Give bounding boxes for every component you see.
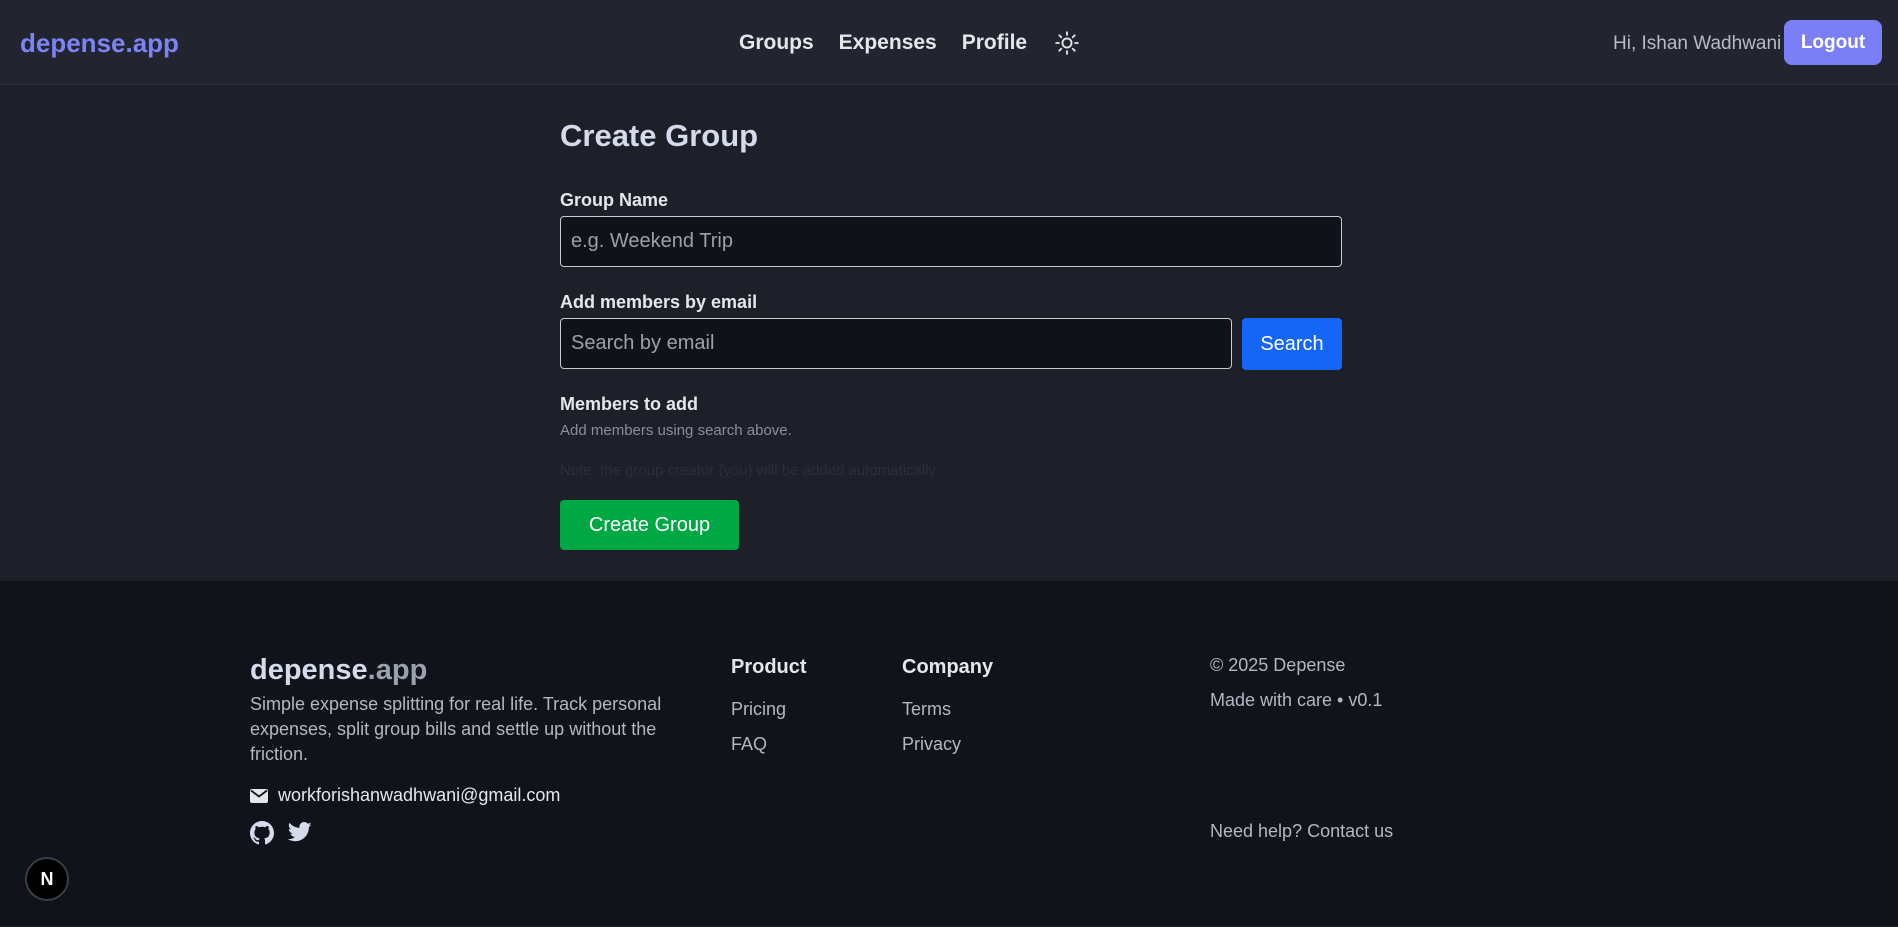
dev-tools-badge[interactable]: N	[25, 857, 69, 901]
twitter-icon[interactable]	[288, 821, 312, 845]
footer-link-terms[interactable]: Terms	[902, 699, 951, 720]
github-icon[interactable]	[250, 821, 274, 845]
sun-icon[interactable]	[1054, 30, 1080, 56]
help-contact-link[interactable]: Need help? Contact us	[1210, 821, 1393, 842]
group-name-label: Group Name	[560, 190, 669, 210]
nav-link-groups[interactable]: Groups	[739, 31, 814, 55]
footer-brand-primary: depense	[250, 654, 368, 686]
footer-link-faq[interactable]: FAQ	[731, 734, 767, 755]
search-button[interactable]: Search	[1242, 318, 1342, 370]
nav-link-expenses[interactable]: Expenses	[839, 31, 937, 55]
members-email-label: Add members by email	[560, 292, 758, 312]
footer: depense.app Simple expense splitting for…	[0, 581, 1898, 927]
contact-email-row: workforishanwadhwani@gmail.com	[250, 785, 560, 806]
footer-link-pricing[interactable]: Pricing	[731, 699, 786, 720]
social-links	[250, 821, 326, 845]
navbar: depense.app Groups Expenses Profile Hi, …	[0, 0, 1898, 85]
group-name-input[interactable]	[560, 216, 1342, 267]
footer-product-heading: Product	[731, 656, 807, 678]
members-hint: Add members using search above.	[560, 422, 792, 439]
logout-button[interactable]: Logout	[1784, 20, 1882, 65]
version-text: Made with care • v0.1	[1210, 690, 1383, 710]
main-nav: Groups Expenses Profile	[739, 30, 1080, 56]
footer-link-privacy[interactable]: Privacy	[902, 734, 961, 755]
members-to-add-heading: Members to add	[560, 394, 699, 414]
envelope-icon	[250, 788, 268, 803]
email-search-input[interactable]	[560, 318, 1232, 369]
contact-email-link[interactable]: workforishanwadhwani@gmail.com	[278, 785, 560, 806]
footer-brand-secondary: .app	[367, 654, 428, 686]
create-group-button[interactable]: Create Group	[560, 500, 739, 550]
nav-link-profile[interactable]: Profile	[962, 31, 1027, 55]
creator-note: Note: the group creator (you) will be ad…	[560, 462, 940, 479]
footer-company-heading: Company	[902, 656, 994, 678]
footer-tagline: Simple expense splitting for real life. …	[250, 694, 662, 764]
footer-brand: depense.app	[250, 654, 427, 687]
user-greeting: Hi, Ishan Wadhwani	[1613, 33, 1782, 54]
page-title: Create Group	[560, 118, 759, 153]
brand-logo[interactable]: depense.app	[20, 28, 179, 59]
copyright-text: © 2025 Depense	[1210, 655, 1346, 675]
